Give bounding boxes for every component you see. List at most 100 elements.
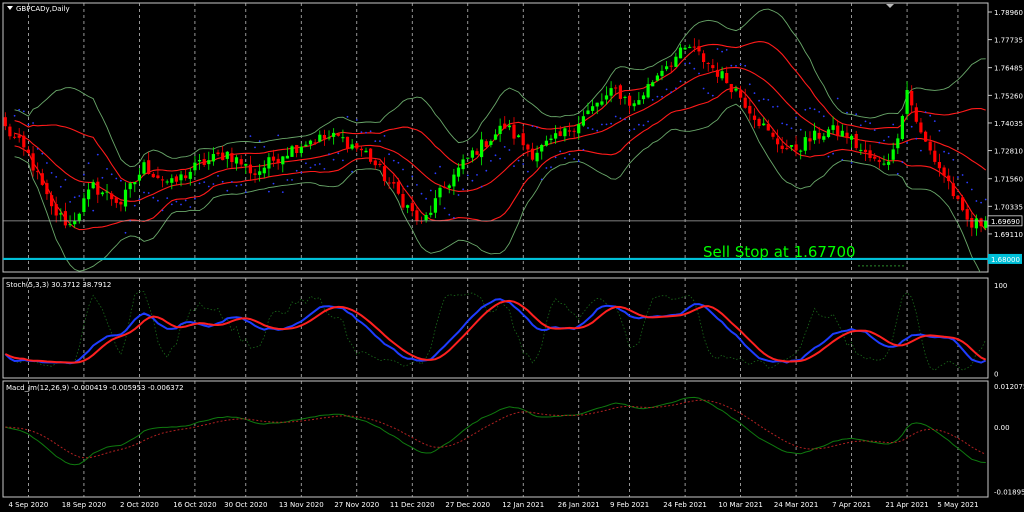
y-tick-label: 1.69110 xyxy=(994,231,1023,239)
candle-body xyxy=(355,143,359,149)
candle-body xyxy=(170,178,174,183)
candle-body xyxy=(637,100,641,105)
candle-body xyxy=(475,151,479,155)
candle-body xyxy=(382,166,387,182)
candle-body xyxy=(660,70,664,76)
candle-body xyxy=(128,183,132,190)
parabolic-dot xyxy=(152,196,155,199)
candle-body xyxy=(461,159,465,170)
parabolic-dot xyxy=(864,120,867,123)
parabolic-dot xyxy=(943,150,945,153)
parabolic-dot xyxy=(374,140,377,143)
candle-body xyxy=(82,198,86,212)
parabolic-dot xyxy=(665,88,668,91)
parabolic-dot xyxy=(564,157,566,160)
parabolic-dot xyxy=(785,123,788,126)
candle-body xyxy=(776,138,780,145)
x-tick-label: 2 Oct 2020 xyxy=(120,501,159,509)
parabolic-dot xyxy=(92,209,95,212)
candle-body xyxy=(114,197,118,203)
candle-body xyxy=(697,46,701,52)
candle-body xyxy=(503,123,507,129)
candle-body xyxy=(891,149,895,160)
parabolic-dot xyxy=(966,181,969,184)
parabolic-dot xyxy=(379,140,381,143)
parabolic-dot xyxy=(957,176,959,178)
parabolic-dot xyxy=(212,183,215,185)
candle-body xyxy=(401,194,405,208)
parabolic-dot xyxy=(332,158,335,161)
candle-body xyxy=(322,135,326,139)
candle-body xyxy=(937,162,941,169)
candle-body xyxy=(609,88,613,96)
candle-body xyxy=(276,158,280,163)
candle-body xyxy=(854,134,858,149)
candle-body xyxy=(651,82,655,87)
parabolic-dot xyxy=(679,80,682,83)
y-tick-label: 1.74035 xyxy=(994,120,1023,128)
candle-body xyxy=(262,167,266,174)
parabolic-dot xyxy=(610,122,612,125)
parabolic-dot xyxy=(471,179,474,182)
collapse-icon xyxy=(7,6,13,10)
candle-body xyxy=(752,115,757,120)
parabolic-dot xyxy=(295,169,298,172)
parabolic-dot xyxy=(707,92,710,94)
parabolic-dot xyxy=(693,67,696,70)
candle-body xyxy=(174,176,178,182)
stoch-tick-label: 100 xyxy=(994,282,1007,290)
candle-body xyxy=(68,224,72,226)
candle-body xyxy=(470,150,474,158)
candle-body xyxy=(456,167,461,177)
candle-body xyxy=(813,130,817,141)
candle-body xyxy=(193,162,197,171)
candle-body xyxy=(336,133,340,136)
candle-body xyxy=(151,173,155,178)
parabolic-dot xyxy=(670,91,673,94)
candle-body xyxy=(415,210,419,221)
candle-body xyxy=(308,140,313,145)
candle-body xyxy=(147,160,151,174)
parabolic-dot xyxy=(975,200,978,202)
candle-body xyxy=(202,159,206,165)
parabolic-dot xyxy=(841,158,844,161)
candle-body xyxy=(595,102,599,107)
parabolic-dot xyxy=(901,161,904,164)
parabolic-dot xyxy=(577,160,580,163)
candle-body xyxy=(549,138,553,140)
x-tick-label: 18 Sep 2020 xyxy=(62,501,106,509)
parabolic-dot xyxy=(392,159,395,162)
candle-body xyxy=(558,131,562,136)
candle-body xyxy=(826,129,831,137)
candle-body xyxy=(216,152,220,155)
candle-body xyxy=(438,187,442,198)
candle-body xyxy=(933,150,937,162)
candle-body xyxy=(359,148,363,151)
parabolic-dot xyxy=(790,127,793,130)
parabolic-dot xyxy=(494,154,497,157)
candle-body xyxy=(910,90,914,106)
parabolic-dot xyxy=(147,192,150,194)
candle-body xyxy=(840,130,844,137)
candle-body xyxy=(905,90,909,114)
candle-body xyxy=(947,175,951,182)
candle-body xyxy=(54,204,58,216)
parabolic-dot xyxy=(832,152,834,155)
candle-body xyxy=(873,156,877,159)
parabolic-dot xyxy=(711,94,714,97)
candle-body xyxy=(688,46,692,48)
candle-body xyxy=(780,145,784,149)
parabolic-dot xyxy=(18,108,21,111)
x-tick-label: 4 Sep 2020 xyxy=(8,501,48,509)
candle-body xyxy=(863,149,868,153)
candle-body xyxy=(429,212,433,215)
parabolic-dot xyxy=(822,115,825,118)
parabolic-dot xyxy=(540,178,543,181)
parabolic-dot xyxy=(87,162,90,165)
parabolic-dot xyxy=(78,195,81,197)
parabolic-dot xyxy=(383,135,386,137)
candle-body xyxy=(424,215,428,221)
candle-body xyxy=(258,171,262,175)
parabolic-dot xyxy=(716,48,719,50)
parabolic-dot xyxy=(314,164,316,166)
